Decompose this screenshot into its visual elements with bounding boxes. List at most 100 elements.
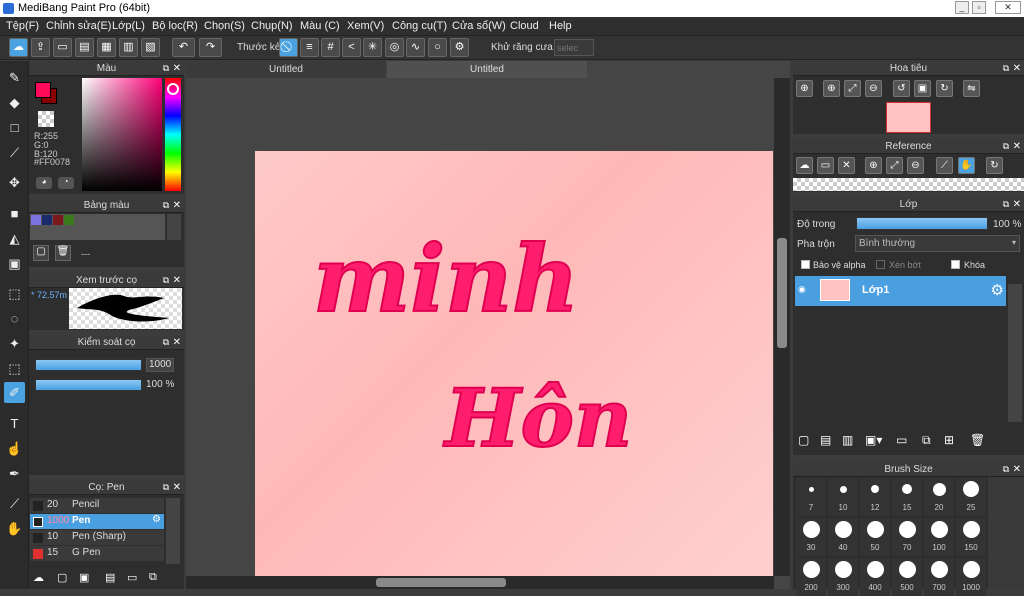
close-button[interactable]: ✕ xyxy=(995,1,1021,14)
menu-window[interactable]: Cửa sổ(W) xyxy=(452,20,506,32)
brush-size-cell[interactable]: 20 xyxy=(924,478,954,516)
brush-settings-icon[interactable]: ⚙ xyxy=(152,514,161,525)
copy-brush-icon[interactable]: ⧉ xyxy=(149,571,157,584)
menu-tools[interactable]: Công cụ(T) xyxy=(392,20,447,32)
brush-properties-icon[interactable]: ▤ xyxy=(105,571,115,584)
maximize-button[interactable]: ▫ xyxy=(972,1,986,14)
hand-tool-icon[interactable]: ✋ xyxy=(4,518,25,539)
page-icon[interactable]: ▦ xyxy=(97,38,116,57)
fill-rect-tool-icon[interactable]: ■ xyxy=(4,203,25,224)
close-icon[interactable]: ✕ xyxy=(1013,139,1021,154)
palette-icon[interactable]: ◕ xyxy=(36,177,52,189)
layer-scrollbar[interactable] xyxy=(1008,284,1022,422)
brush-item-selected[interactable]: 1000 Pen ⚙ xyxy=(30,514,164,529)
expand-icon[interactable]: ⧉ xyxy=(1003,139,1009,154)
minimize-button[interactable]: _ xyxy=(955,1,969,14)
add-brush-icon[interactable]: ▣ xyxy=(79,571,89,584)
cloud-icon[interactable]: ☁ xyxy=(9,38,28,57)
protect-alpha-checkbox[interactable] xyxy=(801,260,810,269)
select-eraser-tool-icon[interactable]: ✐ xyxy=(4,382,25,403)
canvas-horizontal-scrollbar[interactable] xyxy=(186,576,774,589)
palette-swatch[interactable] xyxy=(64,215,74,225)
close-reference-icon[interactable]: ✕ xyxy=(838,157,855,174)
lasso-tool-icon[interactable]: ◌ xyxy=(4,308,25,329)
close-icon[interactable]: ✕ xyxy=(173,335,181,350)
close-icon[interactable]: ✕ xyxy=(1013,197,1021,212)
operation-tool-icon[interactable]: ☝ xyxy=(4,438,25,459)
expand-icon[interactable]: ⧉ xyxy=(163,61,169,76)
brush-size-cell[interactable]: 300 xyxy=(828,558,858,596)
horizontal-scroll-thumb[interactable] xyxy=(376,578,506,587)
grid-ruler-icon[interactable]: # xyxy=(321,38,340,57)
new-8bit-layer-icon[interactable]: ▥ xyxy=(842,433,853,447)
saturation-value-picker[interactable] xyxy=(82,78,162,191)
menu-view[interactable]: Xem(V) xyxy=(347,20,384,32)
brush-tool-icon[interactable]: ✎ xyxy=(4,67,25,88)
select-pen-tool-icon[interactable]: ⬚ xyxy=(4,358,25,379)
expand-icon[interactable]: ⧉ xyxy=(163,273,169,288)
divide-tool-icon[interactable]: ✒ xyxy=(4,463,25,484)
eyedropper-tool-icon[interactable]: ⟋ xyxy=(4,493,25,514)
close-icon[interactable]: ✕ xyxy=(1013,462,1021,477)
comment-icon[interactable]: ▭ xyxy=(53,38,72,57)
redo-icon[interactable]: ↷ xyxy=(199,38,222,57)
zoom-out-icon[interactable]: ⊖ xyxy=(865,80,882,97)
concentric-ruler-icon[interactable]: ◎ xyxy=(385,38,404,57)
new-layer-icon[interactable]: ▢ xyxy=(798,433,809,447)
brush-size-value[interactable]: 1000 xyxy=(146,358,174,372)
open-folder-icon[interactable]: ▭ xyxy=(817,157,834,174)
gear-icon[interactable]: ⚙ xyxy=(991,281,1004,299)
menu-filter[interactable]: Bộ lọc(R) xyxy=(152,20,198,32)
eyedropper-icon[interactable]: ⟋ xyxy=(936,157,953,174)
no-ruler-icon[interactable]: ⃠ xyxy=(279,38,298,57)
cloud-upload-icon[interactable]: ☁ xyxy=(796,157,813,174)
brush-size-cell[interactable]: 700 xyxy=(924,558,954,596)
new-brush-icon[interactable]: ▢ xyxy=(57,571,67,584)
brush-size-cell[interactable]: 40 xyxy=(828,518,858,556)
swap-icon[interactable]: ◔ xyxy=(58,177,74,189)
reset-view-icon[interactable]: ▣ xyxy=(914,80,931,97)
palette-swatch[interactable] xyxy=(31,215,41,225)
brush-item[interactable]: 15 G Pen xyxy=(30,546,164,561)
menu-select[interactable]: Chọn(S) xyxy=(204,20,245,32)
brush-size-slider[interactable] xyxy=(35,359,142,371)
brush-size-cell[interactable]: 1000 xyxy=(956,558,986,596)
vertical-scroll-thumb[interactable] xyxy=(777,238,787,348)
curve-ruler-icon[interactable]: ∿ xyxy=(406,38,425,57)
add-layer-menu-icon[interactable]: ▣▾ xyxy=(865,433,882,447)
palette-swatch[interactable] xyxy=(42,215,52,225)
brush-list-scrollbar[interactable] xyxy=(166,498,180,564)
brush-size-cell[interactable]: 500 xyxy=(892,558,922,596)
menu-layer[interactable]: Lớp(L) xyxy=(112,20,145,32)
expand-icon[interactable]: ⧉ xyxy=(163,198,169,213)
brush-size-cell[interactable]: 10 xyxy=(828,478,858,516)
merge-layer-icon[interactable]: ⊞ xyxy=(944,433,954,447)
export-icon[interactable]: ⇪ xyxy=(31,38,50,57)
clipping-checkbox[interactable] xyxy=(876,260,885,269)
brush-item[interactable]: 20 Pencil xyxy=(30,498,164,513)
brush-size-cell[interactable]: 25 xyxy=(956,478,986,516)
layout-icon[interactable]: ▧ xyxy=(141,38,160,57)
brush-size-cell[interactable]: 200 xyxy=(796,558,826,596)
navigator-thumbnail[interactable] xyxy=(886,102,931,133)
expand-icon[interactable]: ⧉ xyxy=(163,335,169,350)
duplicate-layer-icon[interactable]: ⧉ xyxy=(922,433,931,448)
brush-size-cell[interactable]: 100 xyxy=(924,518,954,556)
delete-layer-icon[interactable]: 🗑 xyxy=(970,433,985,447)
brush-item[interactable]: 10 Pen (Sharp) xyxy=(30,530,164,545)
brush-folder-icon[interactable]: ▭ xyxy=(127,571,137,584)
dot-tool-icon[interactable]: ⟋ xyxy=(4,142,25,163)
menu-color[interactable]: Màu (C) xyxy=(300,20,340,32)
magic-wand-tool-icon[interactable]: ✦ xyxy=(4,333,25,354)
gradient-tool-icon[interactable]: ▣ xyxy=(4,253,25,274)
zoom-out-icon[interactable]: ⊖ xyxy=(907,157,924,174)
chat-icon[interactable]: ▤ xyxy=(75,38,94,57)
shape-tool-icon[interactable]: □ xyxy=(4,117,25,138)
layer-folder-icon[interactable]: ▭ xyxy=(896,433,907,447)
blend-mode-select[interactable]: Bình thường ▾ xyxy=(855,235,1020,252)
eye-icon[interactable]: ◉ xyxy=(798,284,806,295)
menu-file[interactable]: Tệp(F) xyxy=(6,20,39,32)
close-icon[interactable]: ✕ xyxy=(173,198,181,213)
fit-icon[interactable]: ⤢ xyxy=(844,80,861,97)
new-palette-icon[interactable]: ▢ xyxy=(33,245,49,261)
